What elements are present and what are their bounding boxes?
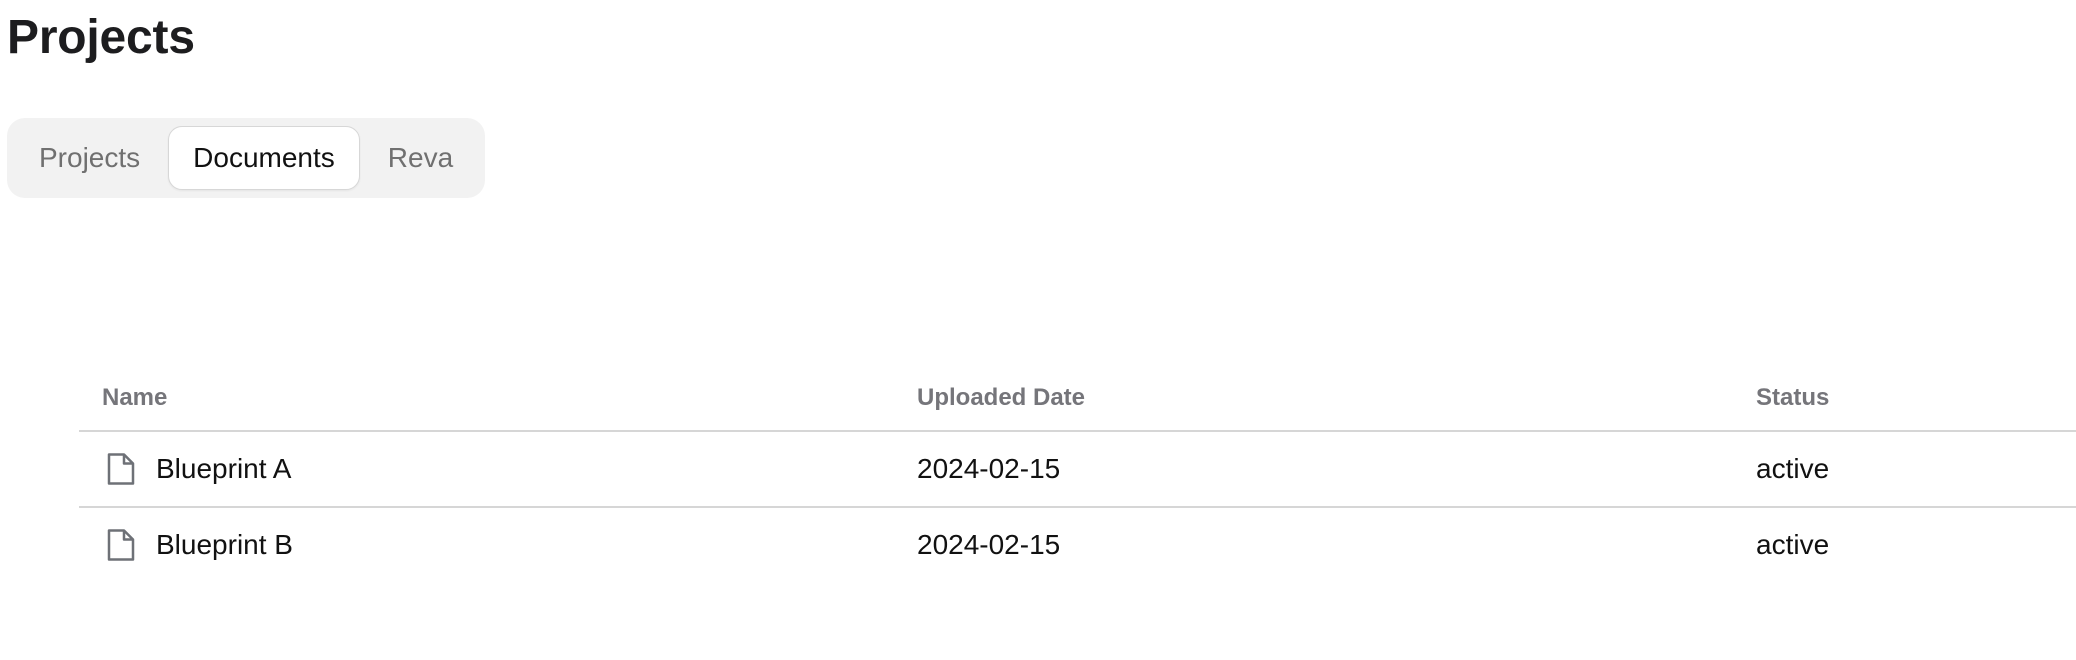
table-row[interactable]: Blueprint A 2024-02-15 active bbox=[79, 432, 2076, 506]
status-cell: active bbox=[1756, 453, 1830, 484]
column-header-uploaded-date[interactable]: Uploaded Date bbox=[917, 384, 1756, 412]
document-name[interactable]: Blueprint A bbox=[156, 453, 291, 485]
name-cell: Blueprint A bbox=[79, 452, 917, 486]
document-icon bbox=[106, 528, 136, 562]
projects-page: Projects Projects Documents Reva Name Up… bbox=[0, 0, 2076, 660]
table-header: Name Uploaded Date Status bbox=[79, 366, 2076, 432]
status-cell: active bbox=[1756, 529, 1830, 560]
tab-projects[interactable]: Projects bbox=[15, 126, 164, 190]
tab-reva[interactable]: Reva bbox=[364, 126, 477, 190]
uploaded-date-cell: 2024-02-15 bbox=[917, 453, 1061, 484]
document-icon bbox=[106, 452, 136, 486]
documents-table: Name Uploaded Date Status Blueprint A 20… bbox=[79, 366, 2076, 582]
document-name[interactable]: Blueprint B bbox=[156, 529, 293, 561]
tab-documents[interactable]: Documents bbox=[168, 126, 360, 190]
name-cell: Blueprint B bbox=[79, 528, 917, 562]
tab-bar: Projects Documents Reva bbox=[7, 118, 486, 198]
table-row[interactable]: Blueprint B 2024-02-15 active bbox=[79, 506, 2076, 582]
column-header-name[interactable]: Name bbox=[79, 384, 917, 412]
column-header-status[interactable]: Status bbox=[1756, 384, 2076, 412]
page-title: Projects bbox=[7, 11, 195, 64]
uploaded-date-cell: 2024-02-15 bbox=[917, 529, 1061, 560]
